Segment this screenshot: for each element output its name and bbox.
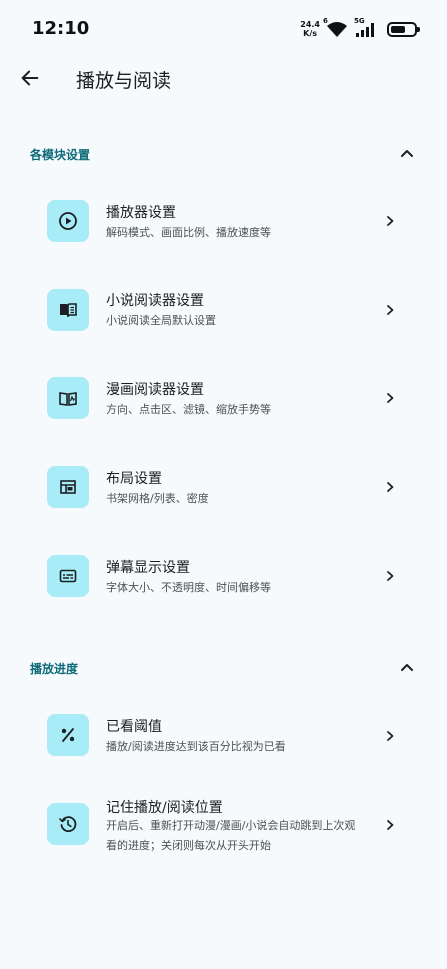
item-subtitle: 小说阅读全局默认设置 — [106, 314, 216, 327]
status-bar: 12:10 24.4 K/s 6 5G — [0, 0, 447, 56]
network-speed: 24.4 K/s — [300, 20, 320, 38]
play-circle-icon — [59, 212, 77, 230]
item-subtitle: 字体大小、不透明度、时间偏移等 — [106, 581, 271, 594]
list-item-novel-reader-settings[interactable]: 小说阅读器设置 小说阅读全局默认设置 — [0, 266, 447, 354]
chevron-up-icon — [401, 150, 413, 157]
app-bar: 播放与阅读 — [0, 56, 447, 100]
item-icon-tile — [47, 466, 89, 508]
cellular-signal-icon: 5G — [354, 17, 378, 38]
book-icon — [60, 303, 77, 318]
chevron-right-icon — [383, 391, 397, 405]
wifi-icon: 6 — [323, 17, 349, 38]
item-subtitle: 解码模式、画面比例、播放速度等 — [106, 226, 271, 239]
collapse-button[interactable] — [397, 658, 417, 678]
collapse-button[interactable] — [397, 144, 417, 164]
item-title: 小说阅读器设置 — [106, 293, 204, 309]
chevron-right-icon — [383, 818, 397, 832]
chevron-right-icon — [383, 480, 397, 494]
item-icon-tile — [47, 200, 89, 242]
screen: 12:10 24.4 K/s 6 5G 播放与阅读 各模块设置 播放器设置 解码… — [0, 0, 447, 969]
list-item-layout-settings[interactable]: 布局设置 书架网格/列表、密度 — [0, 444, 447, 532]
item-icon-tile — [47, 803, 89, 845]
network-speed-value: 24.4 — [300, 20, 320, 29]
list-item-remember-position[interactable]: 记住播放/阅读位置 开启后、重新打开动漫/漫画/小说会自动跳到上次观看的进度；关… — [0, 780, 447, 880]
chevron-right-icon — [383, 729, 397, 743]
chevron-up-icon — [401, 664, 413, 671]
section-header-progress[interactable]: 播放进度 — [0, 650, 447, 686]
item-title: 已看阈值 — [106, 719, 162, 735]
battery-icon — [387, 21, 420, 37]
item-subtitle: 方向、点击区、滤镜、缩放手势等 — [106, 403, 271, 416]
item-subtitle: 书架网格/列表、密度 — [106, 492, 209, 505]
chevron-right-icon — [383, 303, 397, 317]
wifi-badge: 6 — [323, 17, 328, 25]
item-subtitle: 播放/阅读进度达到该百分比视为已看 — [106, 740, 286, 753]
item-icon-tile — [47, 289, 89, 331]
battery-level — [391, 25, 405, 33]
history-icon — [59, 816, 77, 833]
list-item-manga-reader-settings[interactable]: 漫画阅读器设置 方向、点击区、滤镜、缩放手势等 — [0, 355, 447, 443]
list-item-watched-threshold[interactable]: 已看阈值 播放/阅读进度达到该百分比视为已看 — [0, 692, 447, 780]
section-title: 播放进度 — [30, 662, 79, 676]
item-title: 记住播放/阅读位置 — [106, 800, 223, 816]
arrow-left-icon — [21, 70, 39, 86]
item-title: 布局设置 — [106, 471, 162, 487]
manga-book-icon — [59, 392, 77, 406]
back-button[interactable] — [16, 64, 44, 92]
item-title: 弹幕显示设置 — [106, 560, 190, 576]
network-speed-unit: K/s — [303, 29, 318, 38]
cell-badge: 5G — [354, 17, 365, 25]
percent-icon — [61, 728, 75, 742]
chevron-right-icon — [383, 214, 397, 228]
item-title: 漫画阅读器设置 — [106, 382, 204, 398]
item-subtitle: 开启后、重新打开动漫/漫画/小说会自动跳到上次观看的进度；关闭则每次从开头开始 — [106, 819, 356, 852]
subtitles-icon — [59, 569, 77, 583]
layout-icon — [60, 480, 76, 494]
item-icon-tile — [47, 377, 89, 419]
item-title: 播放器设置 — [106, 205, 176, 221]
item-icon-tile — [47, 714, 89, 756]
item-icon-tile — [47, 555, 89, 597]
chevron-right-icon — [383, 569, 397, 583]
status-time: 12:10 — [32, 18, 90, 39]
list-item-player-settings[interactable]: 播放器设置 解码模式、画面比例、播放速度等 — [0, 178, 447, 266]
list-item-danmaku-settings[interactable]: 弹幕显示设置 字体大小、不透明度、时间偏移等 — [0, 533, 447, 621]
section-header-modules[interactable]: 各模块设置 — [0, 136, 447, 172]
section-title: 各模块设置 — [30, 148, 91, 162]
page-title: 播放与阅读 — [76, 70, 172, 92]
status-icons: 24.4 K/s 6 5G — [300, 17, 420, 40]
